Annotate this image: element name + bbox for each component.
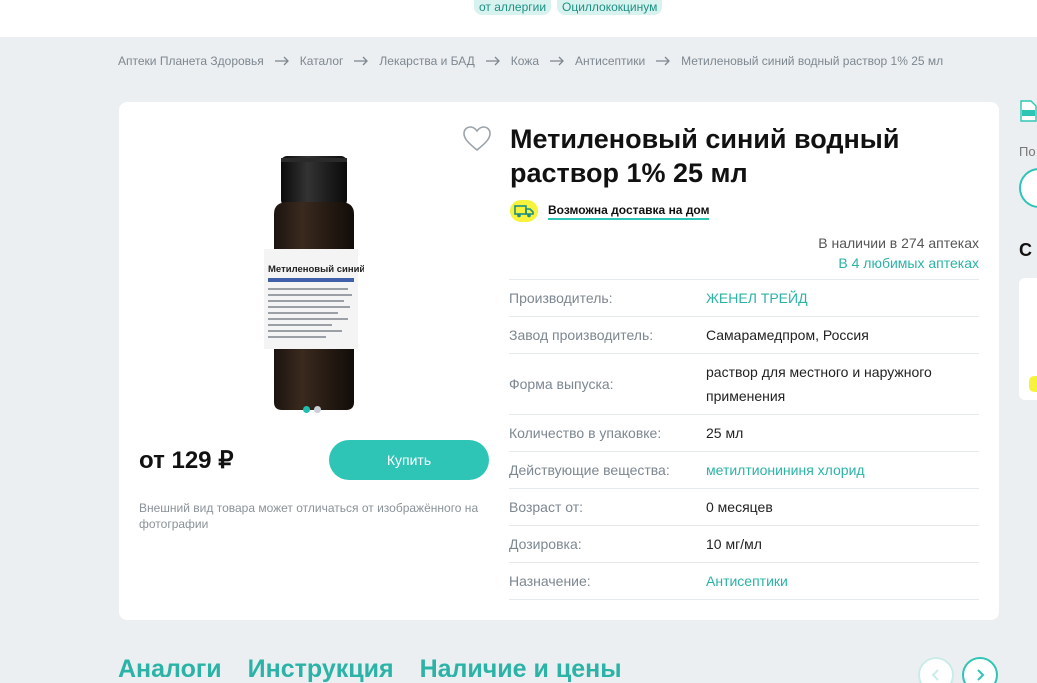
truck-icon bbox=[510, 200, 538, 222]
product-price: от 129 ₽ bbox=[139, 447, 234, 474]
property-value-age: 0 месяцев bbox=[706, 499, 773, 515]
property-value-form: раствор для местного и наружного примене… bbox=[706, 364, 932, 404]
side-badge bbox=[1029, 376, 1037, 392]
property-value-quantity: 25 мл bbox=[706, 425, 744, 441]
property-label: Возраст от: bbox=[509, 499, 584, 515]
product-properties: Производитель: ЖЕНЕЛ ТРЕЙД Завод произво… bbox=[509, 279, 979, 600]
breadcrumb-skin[interactable]: Кожа bbox=[511, 54, 539, 68]
arrow-right-icon bbox=[485, 56, 500, 66]
chevron-left-icon bbox=[931, 669, 939, 681]
chevron-right-icon bbox=[977, 669, 985, 681]
breadcrumb-catalog[interactable]: Каталог bbox=[300, 54, 344, 68]
property-value-active-substance[interactable]: метилтионининя хлорид bbox=[706, 458, 979, 482]
image-pagination bbox=[303, 406, 321, 413]
property-row: Завод производитель: Самарамедпром, Росс… bbox=[509, 317, 979, 354]
breadcrumb-antiseptics[interactable]: Антисептики bbox=[575, 54, 645, 68]
favorite-pharmacies-link[interactable]: В 4 любимых аптеках bbox=[818, 253, 979, 273]
side-label: По bbox=[1019, 144, 1036, 159]
breadcrumb-home[interactable]: Аптеки Планета Здоровья bbox=[118, 54, 264, 68]
arrow-right-icon bbox=[274, 56, 289, 66]
property-label: Дозировка: bbox=[509, 536, 582, 552]
top-strip: от аллергии Оциллококцинум bbox=[0, 0, 1037, 37]
image-disclaimer: Внешний вид товара может отличаться от и… bbox=[139, 501, 479, 531]
property-row: Дозировка: 10 мг/мл bbox=[509, 526, 979, 563]
product-card: Метиленовый синий от 129 ₽ Купить Внешни… bbox=[119, 102, 999, 620]
pagination-dot[interactable] bbox=[303, 406, 310, 413]
breadcrumb-current: Метиленовый синий водный раствор 1% 25 м… bbox=[681, 54, 944, 68]
property-label: Назначение: bbox=[509, 573, 591, 589]
property-row: Назначение: Антисептики bbox=[509, 563, 979, 600]
arrow-right-icon bbox=[550, 56, 564, 66]
tab-availability-prices[interactable]: Наличие и цены bbox=[420, 655, 622, 683]
heart-icon[interactable] bbox=[463, 126, 491, 152]
tab-analogs[interactable]: Аналоги bbox=[118, 655, 222, 683]
property-label: Действующие вещества: bbox=[509, 462, 670, 478]
property-row: Действующие вещества: метилтионининя хло… bbox=[509, 452, 979, 489]
property-row: Количество в упаковке: 25 мл bbox=[509, 415, 979, 452]
arrow-right-icon bbox=[656, 56, 671, 66]
delivery-label[interactable]: Возможна доставка на дом bbox=[548, 203, 710, 220]
property-row: Возраст от: 0 месяцев bbox=[509, 489, 979, 526]
breadcrumb-medicines[interactable]: Лекарства и БАД bbox=[379, 54, 474, 68]
product-title: Метиленовый синий водный раствор 1% 25 м… bbox=[510, 124, 900, 188]
pdf-icon[interactable] bbox=[1020, 100, 1037, 122]
buy-button[interactable]: Купить bbox=[329, 440, 489, 480]
bottle-label: Метиленовый синий bbox=[268, 264, 364, 275]
delivery-info[interactable]: Возможна доставка на дом bbox=[510, 200, 710, 222]
property-label: Форма выпуска: bbox=[509, 376, 614, 392]
pagination-dot[interactable] bbox=[314, 406, 321, 413]
property-label: Завод производитель: bbox=[509, 327, 654, 343]
side-round-button[interactable] bbox=[1019, 168, 1037, 208]
carousel-next-button[interactable] bbox=[962, 657, 998, 683]
property-row: Производитель: ЖЕНЕЛ ТРЕЙД bbox=[509, 280, 979, 317]
property-row: Форма выпуска: раствор для местного и на… bbox=[509, 354, 979, 415]
availability: В наличии в 274 аптеках В 4 любимых апте… bbox=[818, 233, 979, 273]
property-value-purpose[interactable]: Антисептики bbox=[706, 569, 979, 593]
tab-instruction[interactable]: Инструкция bbox=[248, 655, 394, 683]
tag-allergy[interactable]: от аллергии bbox=[474, 0, 552, 15]
breadcrumb: Аптеки Планета Здоровья Каталог Лекарств… bbox=[118, 54, 943, 68]
property-label: Производитель: bbox=[509, 290, 613, 306]
availability-count: В наличии в 274 аптеках bbox=[818, 235, 979, 251]
property-value-manufacturer[interactable]: ЖЕНЕЛ ТРЕЙД bbox=[706, 286, 979, 310]
property-value-factory: Самарамедпром, Россия bbox=[706, 327, 869, 343]
product-image[interactable]: Метиленовый синий bbox=[264, 154, 364, 414]
side-heading: С з bbox=[1019, 240, 1037, 260]
property-label: Количество в упаковке: bbox=[509, 425, 662, 441]
section-tabs: Аналоги Инструкция Наличие и цены bbox=[118, 655, 622, 683]
property-value-dosage: 10 мг/мл bbox=[706, 536, 762, 552]
carousel-prev-button[interactable] bbox=[918, 657, 954, 683]
arrow-right-icon bbox=[354, 56, 369, 66]
tag-oscillococcinum[interactable]: Оциллококцинум bbox=[557, 0, 663, 15]
